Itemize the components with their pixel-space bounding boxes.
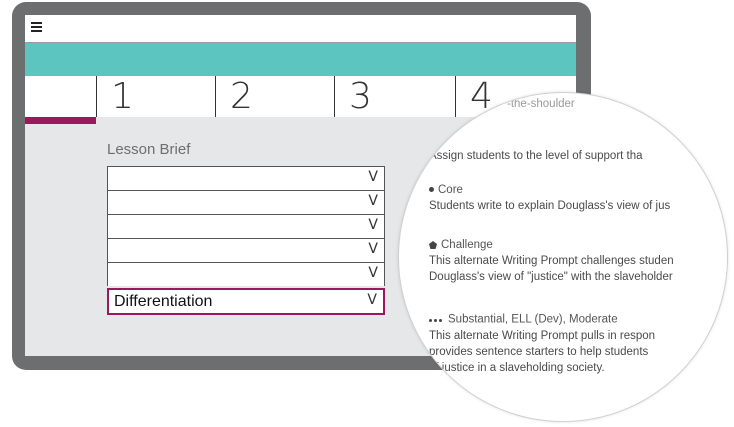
chevron-down-icon: V <box>368 169 378 185</box>
substantial-text-line: of justice in a slaveholding society. <box>429 362 605 374</box>
accordion-section-differentiation[interactable]: Differentiation V <box>107 288 385 315</box>
lesson-brief-title: Lesson Brief <box>107 141 191 158</box>
challenge-text-line: This alternate Writing Prompt challenges… <box>429 255 674 267</box>
chevron-down-icon: V <box>368 265 378 281</box>
challenge-heading: Challenge <box>429 238 493 253</box>
lesson-brief-accordion: V V V V V Differentiation V <box>107 166 385 315</box>
step-number: 1 <box>111 76 134 117</box>
intro-text: Assign students to the level of support … <box>429 150 643 162</box>
accordion-section-4[interactable]: V <box>107 238 385 262</box>
cutoff-text: -the-shoulder <box>507 98 575 110</box>
step-number: 2 <box>230 76 253 117</box>
step-tab-3[interactable]: 3 <box>334 76 454 117</box>
step-number: 3 <box>349 76 372 117</box>
core-text: Students write to explain Douglass's vie… <box>429 200 671 212</box>
top-bar <box>25 15 576 43</box>
accordion-label: Differentiation <box>114 293 213 310</box>
magnified-detail: -the-shoulder Assign students to the lev… <box>398 92 728 422</box>
active-step-indicator <box>25 117 96 124</box>
chevron-down-icon: V <box>368 217 378 233</box>
challenge-text-line: Douglass's view of "justice" with the sl… <box>429 271 673 283</box>
chevron-down-icon: V <box>368 193 378 209</box>
core-heading: Core <box>429 183 463 198</box>
accordion-section-2[interactable]: V <box>107 190 385 214</box>
accordion-section-5[interactable]: V <box>107 262 385 286</box>
header-banner <box>25 43 576 76</box>
substantial-text-line: provides sentence starters to help stude… <box>429 346 649 358</box>
step-tab-1[interactable]: 1 <box>96 76 216 117</box>
chevron-down-icon: V <box>367 292 377 308</box>
support-levels-icon <box>429 312 444 327</box>
substantial-heading: Substantial, ELL (Dev), Moderate <box>429 312 618 328</box>
step-tab-2[interactable]: 2 <box>215 76 335 117</box>
challenge-heading-label: Challenge <box>441 239 493 251</box>
substantial-text-line: This alternate Writing Prompt pulls in r… <box>429 330 656 342</box>
challenge-level-icon <box>429 240 437 249</box>
accordion-section-3[interactable]: V <box>107 214 385 238</box>
core-heading-label: Core <box>438 184 463 196</box>
chevron-down-icon: V <box>368 241 378 257</box>
accordion-section-1[interactable]: V <box>107 166 385 190</box>
substantial-heading-label: Substantial, ELL (Dev), Moderate <box>448 313 618 326</box>
menu-icon[interactable] <box>31 22 42 32</box>
core-level-icon <box>429 187 434 193</box>
